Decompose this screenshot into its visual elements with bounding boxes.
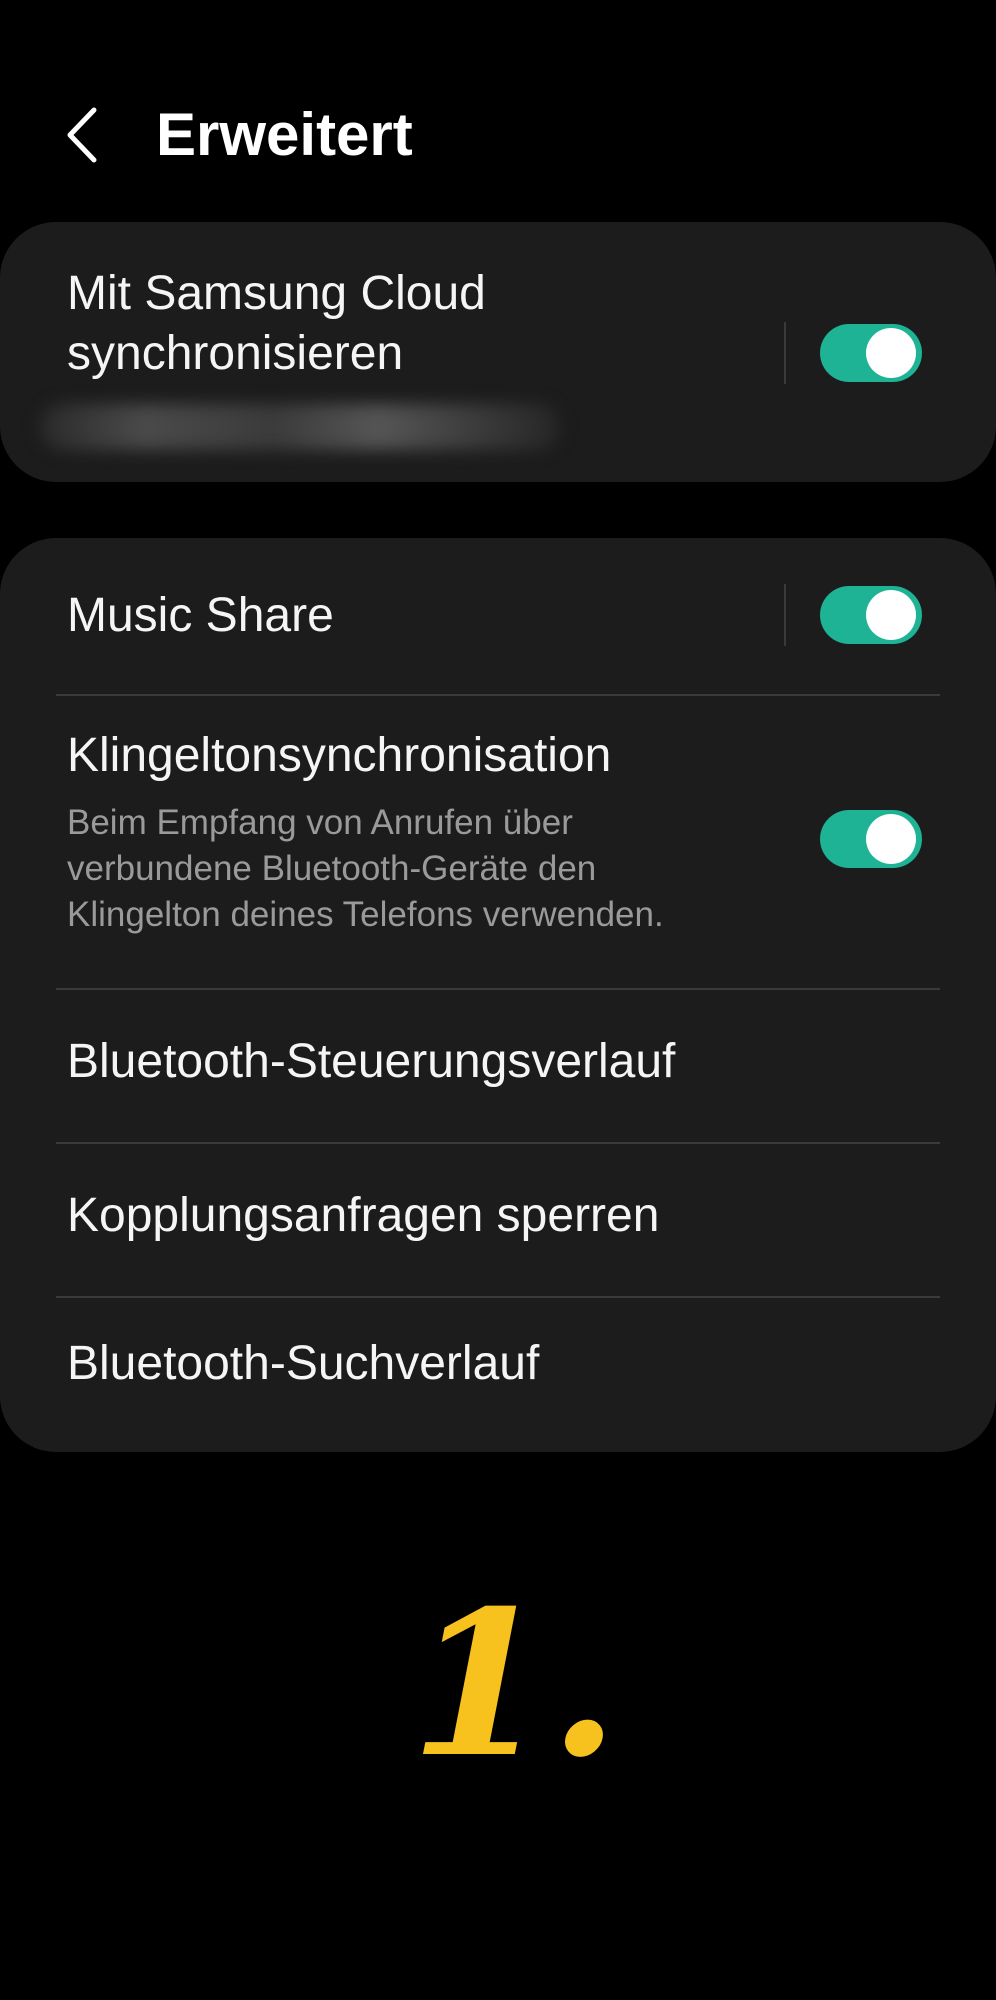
block-pairing-requests-title: Kopplungsanfragen sperren (67, 1189, 660, 1242)
music-share-title: Music Share (67, 589, 334, 642)
samsung-cloud-sync-toggle[interactable] (820, 324, 922, 382)
ringtone-sync-description-line-3: Klingelton deines Telefons verwenden. (67, 895, 664, 934)
step-number-annotation: 1. (410, 1567, 619, 1802)
ringtone-sync-toggle[interactable] (820, 810, 922, 868)
toggle-knob (866, 328, 916, 378)
samsung-cloud-sync-title: Mit Samsung Cloud synchronisieren (67, 267, 486, 380)
page-title: Erweitert (156, 101, 413, 168)
back-button[interactable] (56, 102, 116, 168)
music-share-toggle[interactable] (820, 586, 922, 644)
chevron-left-icon (67, 107, 97, 163)
bluetooth-scan-history-title: Bluetooth-Suchverlauf (67, 1337, 540, 1390)
block-pairing-requests-row[interactable]: Kopplungsanfragen sperren (0, 1144, 996, 1296)
vertical-divider (784, 584, 786, 646)
bluetooth-control-history-row[interactable]: Bluetooth-Steuerungsverlauf (0, 990, 996, 1142)
ringtone-sync-row[interactable]: Klingeltonsynchronisation Beim Empfang v… (0, 696, 996, 988)
cloud-sync-card: Mit Samsung Cloud synchronisieren (0, 222, 996, 482)
vertical-divider (784, 322, 786, 384)
samsung-cloud-sync-row[interactable]: Mit Samsung Cloud synchronisieren (0, 222, 996, 482)
ringtone-sync-title: Klingeltonsynchronisation (67, 729, 612, 782)
ringtone-sync-description-line-1: Beim Empfang von Anrufen über (67, 803, 573, 842)
music-share-row[interactable]: Music Share (0, 538, 996, 694)
bluetooth-scan-history-row[interactable]: Bluetooth-Suchverlauf (0, 1298, 996, 1452)
top-app-bar: Erweitert (0, 80, 996, 190)
ringtone-sync-description-line-2: verbundene Bluetooth-Geräte den (67, 849, 597, 888)
redacted-account-info (40, 404, 560, 450)
bluetooth-control-history-title: Bluetooth-Steuerungsverlauf (67, 1035, 676, 1088)
toggle-knob (866, 814, 916, 864)
bluetooth-settings-card: Music Share Klingeltonsynchronisation Be… (0, 538, 996, 1452)
toggle-knob (866, 590, 916, 640)
